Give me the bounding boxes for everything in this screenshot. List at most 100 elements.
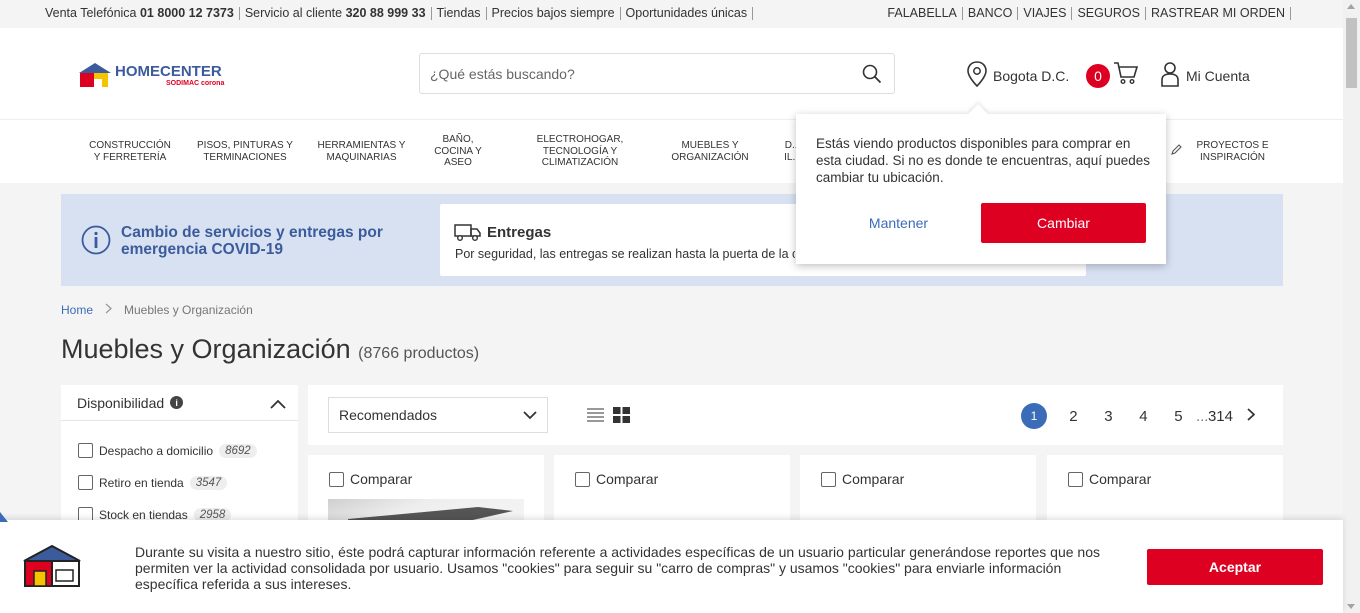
cookie-banner: Durante su visita a nuestro sitio, éste … — [0, 520, 1343, 613]
pencil-icon — [1170, 144, 1182, 159]
category-electrohogar[interactable]: ELECTROHOGAR, TECNOLOGÍA Y CLIMATIZACIÓN — [525, 120, 635, 183]
compare-label: Comparar — [1089, 471, 1152, 487]
compare-checkbox[interactable]: Comparar — [1068, 471, 1151, 487]
filter-option-label: Retiro en tienda — [99, 475, 184, 490]
chevron-down-icon — [523, 408, 537, 425]
category-construccion[interactable]: CONSTRUCCIÓN Y FERRETERÍA — [85, 120, 175, 183]
homecenter-logo[interactable]: HOMECENTER SODIMAC corona — [78, 61, 248, 89]
category-bano[interactable]: BAÑO, COCINA Y ASEO — [428, 120, 488, 183]
house-logo-icon: HOMECENTER SODIMAC corona — [79, 63, 224, 87]
topbar-viajes-link[interactable]: VIAJES — [1018, 7, 1073, 20]
page-1-button[interactable]: 1 — [1020, 403, 1047, 429]
my-account-link[interactable]: Mi Cuenta — [1160, 61, 1250, 90]
page-2-button[interactable]: 2 — [1056, 408, 1091, 425]
checkbox[interactable] — [575, 471, 590, 487]
category-pisos[interactable]: PISOS, PINTURAS Y TERMINACIONES — [195, 120, 295, 183]
truck-icon — [454, 222, 482, 247]
info-icon — [81, 225, 111, 260]
page-3-button[interactable]: 3 — [1091, 408, 1126, 425]
list-view-icon[interactable] — [587, 407, 604, 428]
house-logo-icon — [22, 544, 82, 593]
keep-location-button[interactable]: Mantener — [836, 203, 961, 243]
topbar-low-prices-link[interactable]: Precios bajos siempre — [487, 7, 621, 20]
location-selector[interactable]: Bogota D.C. — [966, 61, 1069, 90]
svg-text:SODIMAC corona: SODIMAC corona — [166, 80, 224, 87]
topbar-phone-sales[interactable]: Venta Telefónica 01 8000 12 7373 — [45, 7, 240, 20]
filter-option-count: 3547 — [189, 475, 228, 490]
category-proyectos[interactable]: PROYECTOS E INSPIRACIÓN — [1168, 120, 1280, 183]
breadcrumb: Home Muebles y Organización — [61, 303, 253, 317]
sort-select-value: Recomendados — [339, 407, 438, 423]
category-herramientas[interactable]: HERRAMIENTAS Y MAQUINARIAS — [315, 120, 408, 183]
pagination-ellipsis: ... — [1195, 407, 1209, 425]
accept-cookies-button[interactable]: Aceptar — [1147, 549, 1323, 585]
product-count: (8766 productos) — [358, 345, 480, 362]
topbar-banco-link[interactable]: BANCO — [963, 7, 1019, 20]
scroll-down-arrow-icon[interactable] — [1347, 604, 1355, 609]
top-bar-left: Venta Telefónica 01 8000 12 7373 Servici… — [45, 7, 754, 20]
topbar-stores-link[interactable]: Tiendas — [432, 7, 487, 20]
page-title-text: Muebles y Organización — [61, 334, 351, 364]
compare-label: Comparar — [596, 471, 659, 487]
deliveries-title: Entregas — [487, 224, 552, 241]
filter-option-count: 8692 — [219, 443, 257, 458]
cart-button[interactable]: 0 — [1086, 61, 1139, 90]
chevron-right-icon — [105, 303, 112, 317]
breadcrumb-current: Muebles y Organización — [124, 303, 253, 317]
search-icon[interactable] — [862, 64, 882, 89]
compare-label: Comparar — [350, 471, 413, 487]
category-proyectos-label: PROYECTOS E INSPIRACIÓN — [1196, 140, 1269, 163]
cart-count-badge: 0 — [1086, 63, 1110, 88]
account-label: Mi Cuenta — [1186, 67, 1250, 84]
topbar-seguros-link[interactable]: SEGUROS — [1072, 7, 1146, 20]
availability-filter-title: Disponibilidad — [77, 394, 165, 411]
location-popup: Estás viendo productos disponibles para … — [796, 114, 1166, 264]
page-last-button[interactable]: 314 — [1208, 408, 1233, 425]
topbar-opportunities-link[interactable]: Oportunidades únicas — [621, 7, 754, 20]
scrollbar-thumb[interactable] — [1346, 18, 1357, 88]
chevron-up-icon[interactable] — [270, 396, 286, 412]
checkbox[interactable] — [78, 475, 93, 490]
page-5-button[interactable]: 5 — [1161, 408, 1196, 425]
change-location-button[interactable]: Cambiar — [981, 203, 1146, 243]
top-bar-right: FALABELLA BANCO VIAJES SEGUROS RASTREAR … — [882, 7, 1291, 20]
compare-checkbox[interactable]: Comparar — [821, 471, 904, 487]
compare-checkbox[interactable]: Comparar — [329, 471, 412, 487]
page-title: Muebles y Organización (8766 productos) — [61, 334, 479, 365]
info-icon[interactable]: i — [170, 396, 184, 409]
search-bar — [419, 53, 895, 94]
compare-checkbox[interactable]: Comparar — [575, 471, 658, 487]
deliveries-text: Por seguridad, las entregas se realizan … — [455, 247, 795, 261]
cart-icon — [1113, 61, 1139, 90]
user-icon — [1160, 61, 1180, 90]
checkbox[interactable] — [329, 471, 344, 487]
checkbox[interactable] — [78, 443, 93, 458]
search-input[interactable] — [430, 64, 850, 84]
scroll-up-arrow-icon[interactable] — [1347, 4, 1355, 9]
topbar-customer-service[interactable]: Servicio al cliente 320 88 999 33 — [240, 7, 432, 20]
location-popup-message: Estás viendo productos disponibles para … — [816, 136, 1150, 185]
vertical-scrollbar[interactable] — [1343, 0, 1360, 613]
category-muebles[interactable]: MUEBLES Y ORGANIZACIÓN — [665, 120, 755, 183]
location-label: Bogota D.C. — [993, 67, 1070, 84]
availability-filter-header[interactable]: Disponibilidad i — [61, 385, 298, 421]
covid-banner-title[interactable]: Cambio de servicios y entregas por emerg… — [121, 224, 411, 258]
pagination: 1 2 3 4 5 ... 314 — [1020, 403, 1256, 429]
filter-option-home-delivery[interactable]: Despacho a domicilio 8692 — [78, 443, 257, 458]
sort-select[interactable]: Recomendados — [328, 397, 548, 433]
grid-view-icon[interactable] — [613, 407, 630, 428]
topbar-falabella-link[interactable]: FALABELLA — [882, 7, 963, 20]
checkbox[interactable] — [1068, 471, 1083, 487]
chevron-right-icon[interactable] — [1247, 407, 1256, 425]
svg-text:HOMECENTER: HOMECENTER — [115, 63, 222, 80]
filter-option-label: Despacho a domicilio — [99, 443, 214, 458]
cookie-text: Durante su visita a nuestro sitio, éste … — [135, 544, 1100, 592]
header: HOMECENTER SODIMAC corona Bogota D.C. 0 … — [0, 28, 1343, 120]
location-pin-icon — [966, 61, 988, 90]
checkbox[interactable] — [821, 471, 836, 487]
topbar-track-order-link[interactable]: RASTREAR MI ORDEN — [1146, 7, 1291, 20]
page-4-button[interactable]: 4 — [1126, 408, 1161, 425]
filter-option-store-pickup[interactable]: Retiro en tienda 3547 — [78, 475, 228, 490]
breadcrumb-home[interactable]: Home — [61, 303, 93, 317]
chat-tab-corner[interactable] — [0, 512, 8, 522]
